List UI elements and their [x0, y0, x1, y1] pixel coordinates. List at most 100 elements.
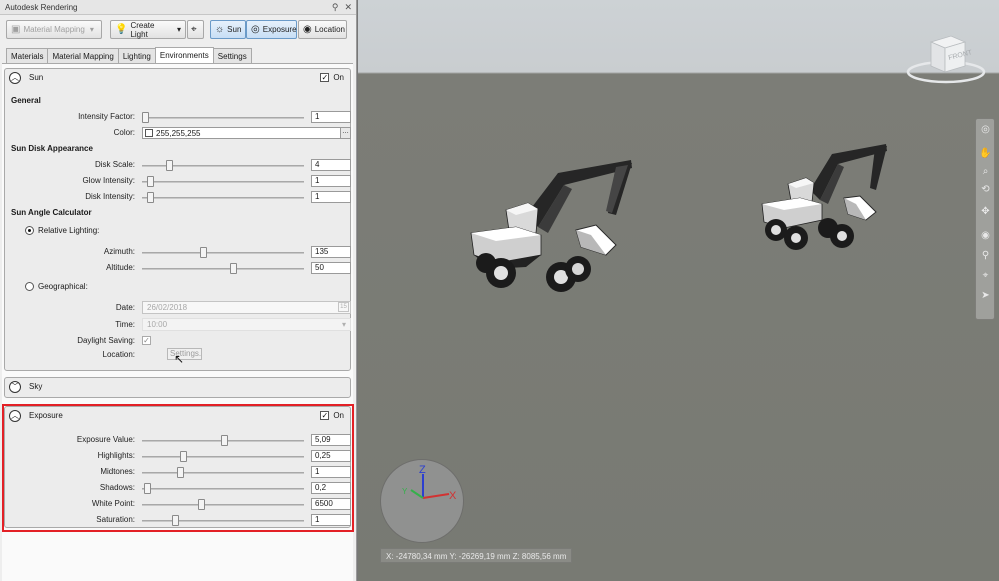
- sun-button[interactable]: ☼ Sun: [210, 20, 246, 39]
- midtones-input[interactable]: 1: [311, 466, 351, 478]
- tab-materials[interactable]: Materials: [6, 48, 49, 63]
- collapse-chevron-icon[interactable]: ︿: [9, 410, 21, 422]
- sun-on-checkbox[interactable]: ✓: [320, 73, 330, 82]
- select-arrow-icon[interactable]: ➤: [979, 289, 992, 302]
- white-point-input[interactable]: 6500: [311, 498, 351, 510]
- white-point-label: White Point:: [91, 499, 135, 508]
- saturation-slider[interactable]: [142, 515, 304, 526]
- saturation-input[interactable]: 1: [311, 514, 351, 526]
- time-field[interactable]: 10:00 ▾: [142, 318, 351, 331]
- daylight-saving-checkbox[interactable]: ✓: [142, 336, 151, 345]
- chevron-down-icon: ▾: [176, 25, 181, 34]
- disk-intensity-slider[interactable]: [142, 192, 304, 203]
- intensity-factor-slider[interactable]: [142, 112, 304, 123]
- intensity-factor-input[interactable]: 1: [311, 111, 351, 123]
- panel-title: Autodesk Rendering: [5, 2, 78, 12]
- orbit-icon[interactable]: ⟲: [979, 183, 992, 196]
- disk-scale-input[interactable]: 4: [311, 159, 351, 171]
- zoom-icon[interactable]: ⌕: [979, 165, 992, 178]
- shadows-slider[interactable]: [142, 483, 304, 494]
- azimuth-input[interactable]: 135: [311, 246, 351, 258]
- exposure-button[interactable]: ◎ Exposure: [246, 20, 297, 39]
- location-button[interactable]: ◉ Location: [298, 20, 347, 39]
- exposure-on-checkbox[interactable]: ✓: [320, 411, 330, 420]
- tab-lighting[interactable]: Lighting: [117, 48, 156, 63]
- exposure-on-toggle[interactable]: ✓ On: [320, 411, 344, 420]
- move-icon[interactable]: ✥: [979, 205, 992, 218]
- glow-intensity-label: Glow Intensity:: [82, 176, 135, 185]
- look-icon[interactable]: ◉: [979, 229, 992, 242]
- shadows-label: Shadows:: [99, 483, 135, 492]
- pin-icon[interactable]: ⚲: [332, 2, 339, 13]
- tab-material-mapping[interactable]: Material Mapping: [47, 48, 119, 63]
- pan-hand-icon[interactable]: ✋: [979, 147, 992, 160]
- daylight-saving-label: Daylight Saving:: [77, 336, 135, 345]
- close-icon[interactable]: ✕: [344, 2, 352, 13]
- calendar-icon[interactable]: 15: [338, 302, 349, 312]
- exposure-icon: ◎: [251, 23, 260, 35]
- exposure-section-title: Exposure: [29, 411, 63, 420]
- midtones-label: Midtones:: [100, 467, 135, 476]
- slider-thumb[interactable]: [147, 192, 154, 203]
- altitude-input[interactable]: 50: [311, 262, 351, 274]
- slider-thumb[interactable]: [221, 435, 228, 446]
- glow-intensity-input[interactable]: 1: [311, 175, 351, 187]
- mapping-icon: ▣: [11, 23, 21, 35]
- white-point-slider[interactable]: [142, 499, 304, 510]
- expand-chevron-icon[interactable]: ﹀: [9, 381, 21, 393]
- shadows-input[interactable]: 0,2: [311, 482, 351, 494]
- color-picker-button[interactable]: …: [340, 128, 350, 138]
- date-field[interactable]: 26/02/2018 15: [142, 301, 351, 314]
- excavator-model-1[interactable]: [466, 155, 646, 300]
- slider-thumb[interactable]: [177, 467, 184, 478]
- light-list-button[interactable]: ⌖: [187, 20, 204, 39]
- slider-thumb[interactable]: [180, 451, 187, 462]
- z-axis-label: Z: [419, 464, 426, 476]
- slider-thumb[interactable]: [166, 160, 173, 171]
- glow-intensity-slider[interactable]: [142, 176, 304, 187]
- sun-on-toggle[interactable]: ✓ On: [320, 73, 344, 82]
- color-label: Color:: [113, 128, 135, 137]
- 3d-viewport[interactable]: FRONT ◎ ✋ ⌕ ⟲ ✥ ◉ ⚲ ⌖ ➤ Z X Y X: -24780,…: [358, 0, 999, 581]
- exposure-section-header: ︿ Exposure ✓ On: [5, 407, 350, 425]
- excavator-model-2[interactable]: [760, 140, 900, 260]
- highlights-input[interactable]: 0,25: [311, 450, 351, 462]
- create-light-button[interactable]: 💡 Create Light ▾: [110, 20, 186, 39]
- slider-thumb[interactable]: [142, 112, 149, 123]
- viewcube[interactable]: FRONT: [905, 30, 987, 86]
- tab-settings[interactable]: Settings: [212, 48, 252, 63]
- slider-thumb[interactable]: [198, 499, 205, 510]
- exposure-value-slider[interactable]: [142, 435, 304, 446]
- altitude-slider[interactable]: [142, 263, 304, 274]
- tab-environments[interactable]: Environments: [154, 47, 214, 63]
- altitude-label: Altitude:: [106, 263, 135, 272]
- mouse-cursor-icon: ↖: [174, 352, 185, 366]
- focus-icon[interactable]: ⌖: [979, 269, 992, 282]
- disk-scale-slider[interactable]: [142, 160, 304, 171]
- disk-intensity-input[interactable]: 1: [311, 191, 351, 203]
- color-field[interactable]: 255,255,255 …: [142, 127, 351, 139]
- slider-thumb[interactable]: [144, 483, 151, 494]
- slider-thumb[interactable]: [230, 263, 237, 274]
- relative-lighting-radio[interactable]: [25, 226, 34, 235]
- relative-lighting-label: Relative Lighting:: [38, 226, 100, 235]
- walk-icon[interactable]: ⚲: [979, 249, 992, 262]
- collapse-chevron-icon[interactable]: ︿: [9, 72, 21, 84]
- steering-wheel-icon[interactable]: ◎: [979, 123, 992, 136]
- slider-thumb[interactable]: [147, 176, 154, 187]
- disk-intensity-label: Disk Intensity:: [85, 192, 135, 201]
- midtones-slider[interactable]: [142, 467, 304, 478]
- slider-thumb[interactable]: [200, 247, 207, 258]
- slider-thumb[interactable]: [172, 515, 179, 526]
- location-settings-button[interactable]: Settings...: [167, 348, 202, 360]
- highlights-slider[interactable]: [142, 451, 304, 462]
- material-mapping-button[interactable]: ▣ Material Mapping ▾: [6, 20, 102, 39]
- disk-scale-label: Disk Scale:: [94, 160, 135, 169]
- azimuth-slider[interactable]: [142, 247, 304, 258]
- navigation-bar: ◎ ✋ ⌕ ⟲ ✥ ◉ ⚲ ⌖ ➤: [975, 118, 995, 320]
- exposure-value-input[interactable]: 5,09: [311, 434, 351, 446]
- sky-section-header[interactable]: ﹀ Sky: [5, 378, 350, 396]
- rendering-panel: Autodesk Rendering ⚲ ✕ ▣ Material Mappin…: [0, 0, 357, 581]
- exposure-value-label: Exposure Value:: [76, 435, 135, 444]
- geographical-radio[interactable]: [25, 282, 34, 291]
